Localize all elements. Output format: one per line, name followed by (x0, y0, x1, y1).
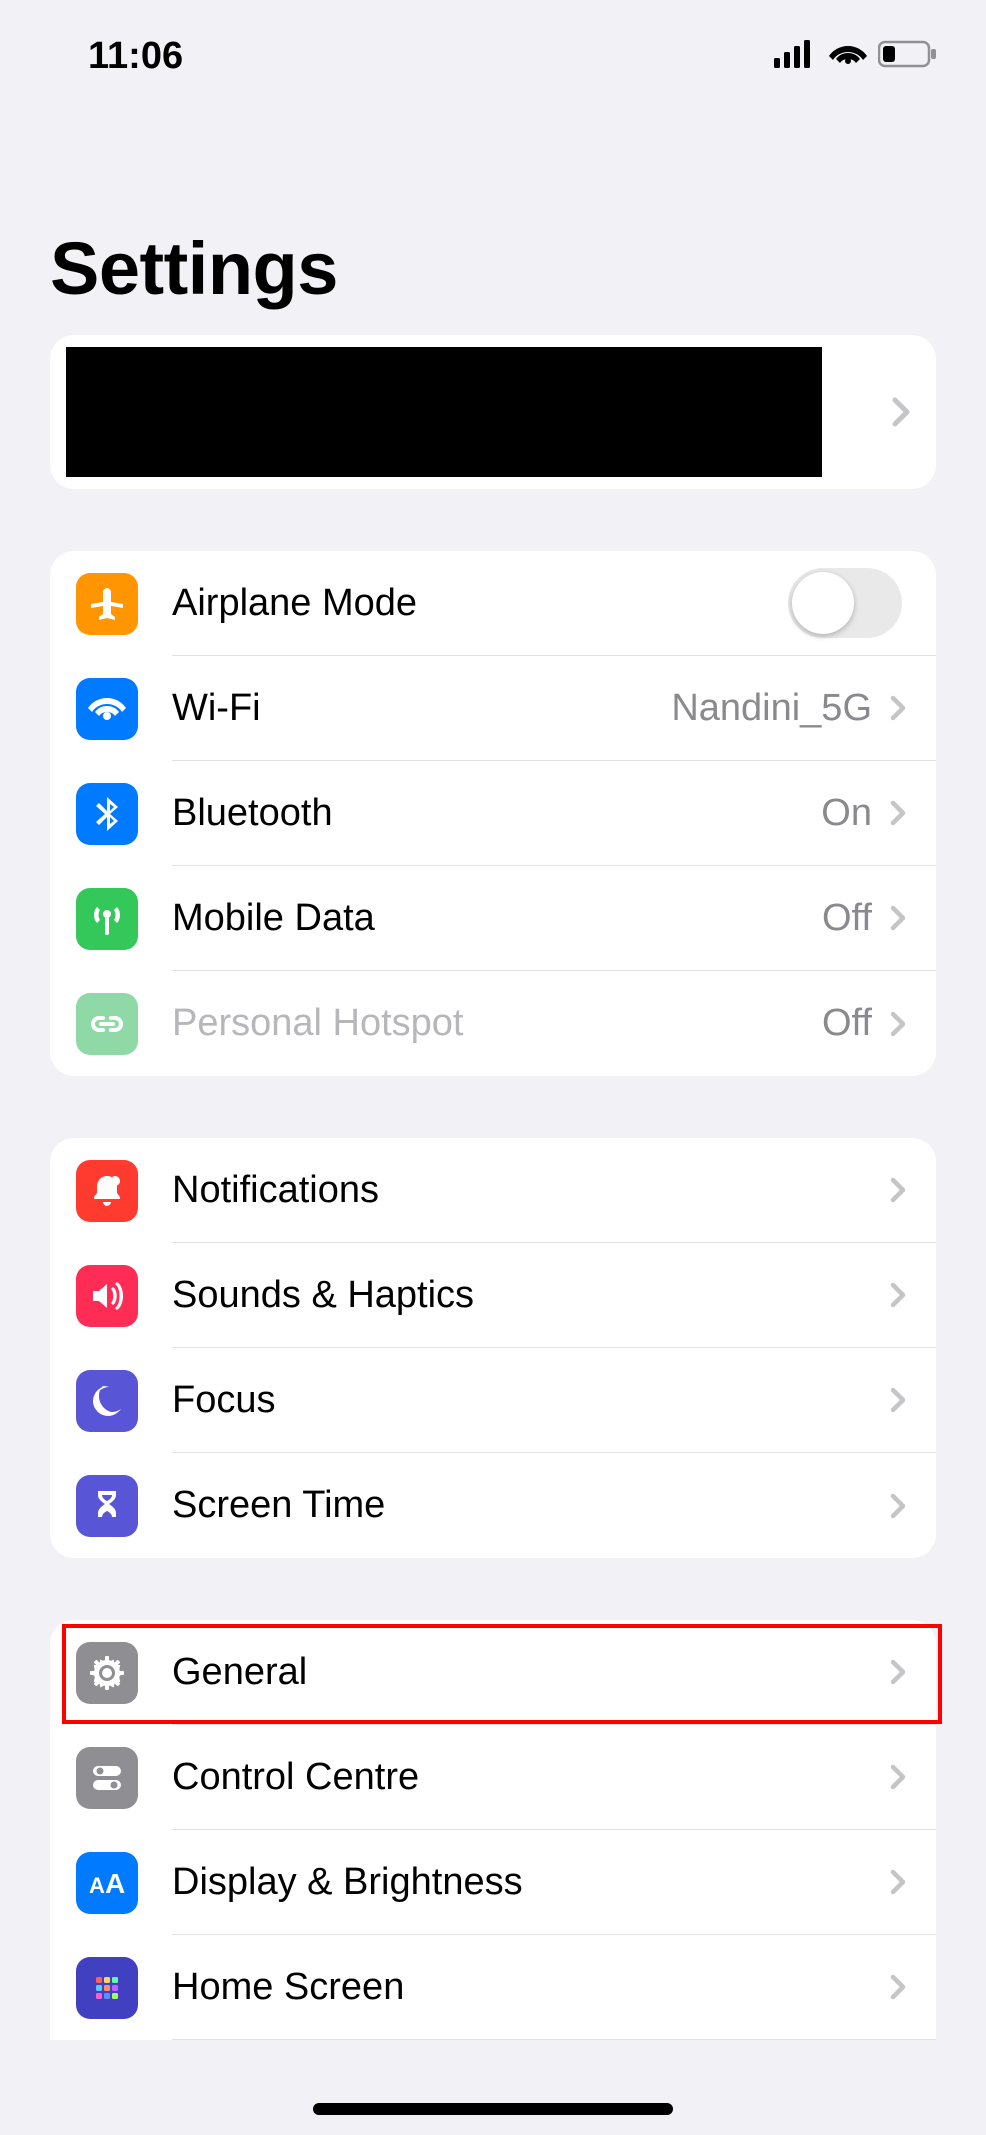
display-brightness-row[interactable]: AA Display & Brightness (50, 1830, 936, 1935)
antenna-icon (76, 888, 138, 950)
connectivity-group: Airplane Mode Wi-Fi Nandini_5G Bluetooth… (50, 551, 936, 1076)
page-title: Settings (50, 226, 986, 311)
wifi-label: Wi-Fi (172, 687, 671, 730)
control-centre-row[interactable]: Control Centre (50, 1725, 936, 1830)
wifi-status-icon (828, 40, 868, 73)
chevron-right-icon (890, 1387, 906, 1413)
status-indicators (774, 40, 938, 73)
speaker-icon (76, 1265, 138, 1327)
wifi-value: Nandini_5G (671, 687, 872, 730)
bell-icon (76, 1160, 138, 1222)
home-screen-row[interactable]: Home Screen (50, 1935, 936, 2040)
screen-time-label: Screen Time (172, 1484, 890, 1527)
chevron-right-icon (890, 1764, 906, 1790)
notifications-row[interactable]: Notifications (50, 1138, 936, 1243)
account-row[interactable] (50, 335, 936, 489)
bluetooth-row[interactable]: Bluetooth On (50, 761, 936, 866)
chevron-right-icon (890, 1282, 906, 1308)
general-row[interactable]: General (50, 1620, 936, 1725)
text-size-icon: AA (76, 1852, 138, 1914)
home-screen-label: Home Screen (172, 1966, 890, 2009)
system-group-wrapper: General Control Centre AA Display & Brig… (50, 1620, 936, 2040)
account-redacted (66, 347, 822, 477)
cellular-icon (774, 40, 818, 73)
svg-text:A: A (105, 1868, 125, 1899)
link-icon (76, 993, 138, 1055)
airplane-mode-toggle[interactable] (788, 568, 902, 638)
gear-icon (76, 1642, 138, 1704)
general-label: General (172, 1651, 890, 1694)
personal-hotspot-row[interactable]: Personal Hotspot Off (50, 971, 936, 1076)
mobile-data-value: Off (822, 897, 872, 940)
chevron-right-icon (890, 1493, 906, 1519)
focus-label: Focus (172, 1379, 890, 1422)
chevron-right-icon (890, 1869, 906, 1895)
chevron-right-icon (890, 1659, 906, 1685)
svg-text:A: A (89, 1873, 105, 1898)
notifications-label: Notifications (172, 1169, 890, 1212)
wifi-row[interactable]: Wi-Fi Nandini_5G (50, 656, 936, 761)
home-indicator[interactable] (313, 2103, 673, 2115)
chevron-right-icon (890, 1177, 906, 1203)
chevron-right-icon (890, 1974, 906, 2000)
chevron-right-icon (890, 905, 906, 931)
hourglass-icon (76, 1475, 138, 1537)
bluetooth-icon (76, 783, 138, 845)
bluetooth-value: On (821, 792, 872, 835)
status-bar: 11:06 (0, 0, 986, 96)
chevron-right-icon (892, 397, 910, 427)
system-group: General Control Centre AA Display & Brig… (50, 1620, 936, 2040)
airplane-icon (76, 573, 138, 635)
airplane-mode-row[interactable]: Airplane Mode (50, 551, 936, 656)
personal-hotspot-label: Personal Hotspot (172, 1002, 822, 1045)
screen-time-row[interactable]: Screen Time (50, 1453, 936, 1558)
moon-icon (76, 1370, 138, 1432)
bluetooth-label: Bluetooth (172, 792, 821, 835)
personal-hotspot-value: Off (822, 1002, 872, 1045)
app-grid-icon (76, 1957, 138, 2019)
chevron-right-icon (890, 695, 906, 721)
control-centre-label: Control Centre (172, 1756, 890, 1799)
status-time: 11:06 (88, 35, 183, 78)
wifi-icon (76, 678, 138, 740)
sounds-haptics-label: Sounds & Haptics (172, 1274, 890, 1317)
chevron-right-icon (890, 1011, 906, 1037)
airplane-mode-label: Airplane Mode (172, 582, 788, 625)
battery-icon (878, 40, 938, 73)
focus-row[interactable]: Focus (50, 1348, 936, 1453)
toggles-icon (76, 1747, 138, 1809)
alerts-group: Notifications Sounds & Haptics Focus Scr… (50, 1138, 936, 1558)
sounds-haptics-row[interactable]: Sounds & Haptics (50, 1243, 936, 1348)
chevron-right-icon (890, 800, 906, 826)
display-brightness-label: Display & Brightness (172, 1861, 890, 1904)
mobile-data-row[interactable]: Mobile Data Off (50, 866, 936, 971)
mobile-data-label: Mobile Data (172, 897, 822, 940)
